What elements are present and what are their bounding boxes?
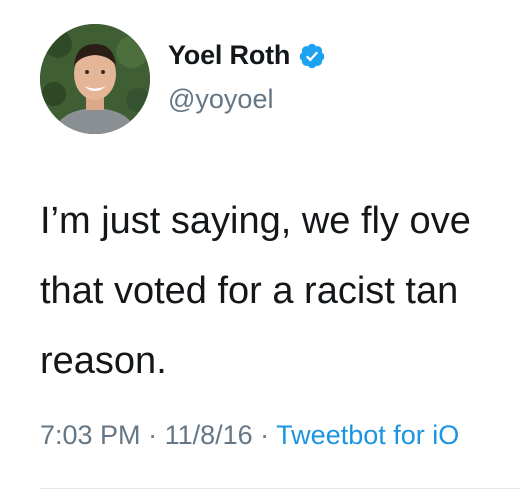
tweet-text-line: that voted for a racist tan [40,270,459,312]
tweet: Yoel Roth @yoyoel I’m just saying, we fl… [0,0,520,494]
verified-badge-icon [298,42,326,70]
tweet-meta: 7:03 PM · 11/8/16 · Tweetbot for iO [40,420,459,451]
tweet-text: I’m just saying, we fly ove that voted f… [40,186,520,396]
divider [40,488,520,489]
tweet-source-link[interactable]: Tweetbot for iO [276,420,459,450]
avatar[interactable] [40,24,150,134]
meta-separator: · [252,420,277,450]
tweet-text-line: reason. [40,340,167,382]
meta-separator: · [140,420,165,450]
profile-photo-icon [40,24,150,134]
tweet-time[interactable]: 7:03 PM [40,420,141,450]
tweet-text-line: I’m just saying, we fly ove [40,200,471,242]
author-handle[interactable]: @yoyoel [168,84,273,115]
author-name-row[interactable]: Yoel Roth [168,40,326,71]
tweet-date[interactable]: 11/8/16 [165,420,253,450]
author-display-name[interactable]: Yoel Roth [168,40,290,71]
